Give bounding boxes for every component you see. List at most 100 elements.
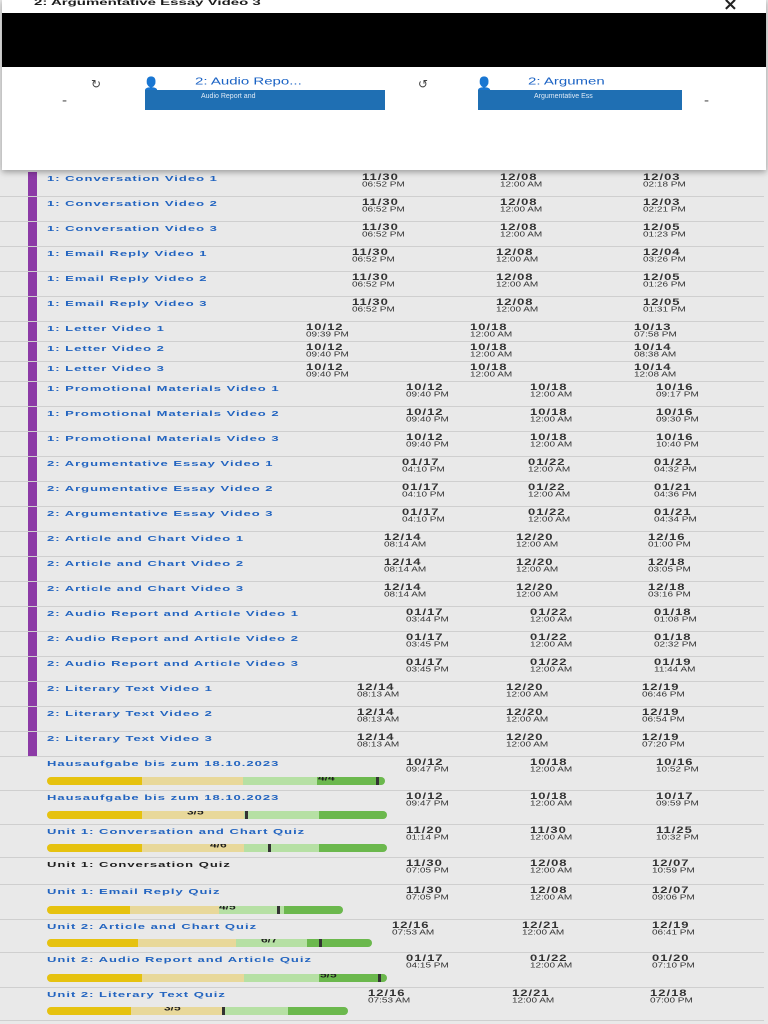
list-item[interactable]: 1: Letter Video 3 10/12 09:40 PM 10/18 12:00… bbox=[0, 362, 764, 382]
video-link[interactable]: 2: Article and Chart Video 1 bbox=[47, 535, 244, 542]
list-item[interactable]: 1: Promotional Materials Video 3 10/12 09:… bbox=[0, 432, 764, 457]
prev-video-link[interactable]: 2: Audio Repo... bbox=[195, 76, 302, 87]
list-item[interactable]: 2: Audio Report and Article Video 3 01/17… bbox=[0, 657, 764, 682]
list-item[interactable]: 2: Literary Text Video 1 12/14 08:13 AM 12/… bbox=[0, 682, 764, 707]
quiz-item[interactable]: Unit 2: Audio Report and Article Quiz 5/5… bbox=[0, 953, 764, 988]
list-item[interactable]: 2: Argumentative Essay Video 1 01/17 04:10… bbox=[0, 457, 764, 482]
quiz-link[interactable]: Unit 1: Conversation and Chart Quiz bbox=[47, 828, 305, 835]
time-value: 07:20 PM bbox=[642, 740, 685, 749]
list-item[interactable]: 2: Literary Text Video 2 12/14 08:13 AM 12/… bbox=[0, 707, 764, 732]
next-arrow-icon[interactable]: - bbox=[704, 94, 709, 108]
list-item[interactable]: 1: Promotional Materials Video 1 10/12 09:… bbox=[0, 382, 764, 407]
quiz-link[interactable]: Unit 1: Email Reply Quiz bbox=[47, 888, 221, 895]
list-item[interactable]: 2: Audio Report and Article Video 2 01/17… bbox=[0, 632, 764, 657]
quiz-item[interactable]: Hausaufgabe bis zum 18.10.2023 3/5 10/12 09… bbox=[0, 791, 764, 825]
video-link[interactable]: 2: Literary Text Video 1 bbox=[47, 685, 213, 692]
date-cell: 12/14 08:14 AM bbox=[384, 532, 494, 549]
date-cell: 10/12 09:39 PM bbox=[306, 322, 416, 339]
time-value: 03:45 PM bbox=[406, 640, 449, 649]
video-link[interactable]: 2: Audio Report and Article Video 3 bbox=[47, 660, 299, 667]
time-value: 12:00 AM bbox=[500, 205, 543, 214]
date-cell: 01/22 12:00 AM bbox=[528, 457, 638, 474]
time-value: 12:00 AM bbox=[530, 440, 573, 449]
list-item[interactable]: 2: Argumentative Essay Video 2 01/17 04:10… bbox=[0, 482, 764, 507]
quiz-item[interactable]: Unit 1: Conversation Quiz 11/30 07:05 PM 12… bbox=[0, 858, 764, 885]
progress-segment bbox=[244, 974, 319, 982]
time-value: 12:00 AM bbox=[496, 280, 539, 289]
list-item[interactable]: 2: Argumentative Essay Video 3 01/17 04:10… bbox=[0, 507, 764, 532]
next-video-card[interactable]: ↺ 👤 2: Argumen Argumentative Ess bbox=[418, 76, 682, 112]
video-link[interactable]: 1: Email Reply Video 3 bbox=[47, 300, 207, 307]
date-cell: 01/19 11:44 AM bbox=[654, 657, 764, 674]
video-link[interactable]: 2: Article and Chart Video 2 bbox=[47, 560, 244, 567]
video-link[interactable]: 1: Email Reply Video 2 bbox=[47, 275, 207, 282]
video-link[interactable]: 2: Argumentative Essay Video 2 bbox=[47, 485, 274, 492]
video-link[interactable]: 1: Conversation Video 2 bbox=[47, 200, 218, 207]
quiz-link[interactable]: Hausaufgabe bis zum 18.10.2023 bbox=[47, 794, 279, 801]
list-item[interactable]: 2: Article and Chart Video 2 12/14 08:14 A… bbox=[0, 557, 764, 582]
quiz-link[interactable]: Unit 1: Conversation Quiz bbox=[47, 861, 231, 868]
date-cell: 10/17 09:59 PM bbox=[656, 791, 766, 808]
video-link[interactable]: 1: Conversation Video 1 bbox=[47, 175, 218, 182]
prev-arrow-icon[interactable]: - bbox=[62, 94, 67, 108]
quiz-item[interactable]: Unit 2: Literary Text Quiz 3/5 12/16 07:53 … bbox=[0, 988, 764, 1021]
quiz-link[interactable]: Unit 2: Article and Chart Quiz bbox=[47, 923, 257, 930]
date-cell: 01/22 12:00 AM bbox=[530, 607, 640, 624]
video-link[interactable]: 1: Letter Video 3 bbox=[47, 365, 165, 372]
date-cell: 11/30 06:52 PM bbox=[362, 222, 472, 239]
video-link[interactable]: 2: Literary Text Video 2 bbox=[47, 710, 213, 717]
quiz-item[interactable]: Unit 1: Conversation and Chart Quiz 4/6 11… bbox=[0, 825, 764, 858]
list-item[interactable]: 1: Letter Video 1 10/12 09:39 PM 10/18 12:00… bbox=[0, 322, 764, 342]
quiz-item[interactable]: Unit 2: Article and Chart Quiz 6/7 12/16 07… bbox=[0, 920, 764, 953]
replay-icon: ↺ bbox=[418, 77, 429, 91]
time-value: 08:14 AM bbox=[384, 540, 427, 549]
video-link[interactable]: 2: Literary Text Video 3 bbox=[47, 735, 213, 742]
list-item[interactable]: 1: Email Reply Video 3 11/30 06:52 PM 12/08… bbox=[0, 297, 764, 322]
quiz-link[interactable]: Unit 2: Audio Report and Article Quiz bbox=[47, 956, 312, 963]
list-item[interactable]: 1: Promotional Materials Video 2 10/12 09:… bbox=[0, 407, 764, 432]
time-value: 12:00 AM bbox=[530, 390, 573, 399]
video-link[interactable]: 2: Audio Report and Article Video 1 bbox=[47, 610, 299, 617]
list-item[interactable]: 1: Letter Video 2 10/12 09:40 PM 10/18 12:00… bbox=[0, 342, 764, 362]
time-value: 12:00 AM bbox=[528, 490, 571, 499]
time-value: 12:00 AM bbox=[530, 799, 573, 808]
date-cell: 01/17 04:15 PM bbox=[406, 953, 516, 970]
list-item[interactable]: 2: Article and Chart Video 3 12/14 08:14 A… bbox=[0, 582, 764, 607]
video-link[interactable]: 2: Argumentative Essay Video 3 bbox=[47, 510, 274, 517]
close-icon[interactable]: × bbox=[723, 0, 738, 14]
video-link[interactable]: 1: Promotional Materials Video 3 bbox=[47, 435, 280, 442]
video-link[interactable]: 2: Audio Report and Article Video 2 bbox=[47, 635, 299, 642]
next-video-link[interactable]: 2: Argumen bbox=[528, 76, 605, 87]
video-link[interactable]: 1: Letter Video 1 bbox=[47, 325, 165, 332]
video-link[interactable]: 1: Promotional Materials Video 2 bbox=[47, 410, 280, 417]
video-link[interactable]: 1: Conversation Video 3 bbox=[47, 225, 218, 232]
score-marker bbox=[319, 939, 322, 947]
video-link[interactable]: 2: Argumentative Essay Video 1 bbox=[47, 460, 274, 467]
date-cell: 01/22 12:00 AM bbox=[530, 953, 640, 970]
quiz-item[interactable]: Hausaufgabe bis zum 18.10.2023 4/4 10/12 09… bbox=[0, 757, 764, 791]
video-link[interactable]: 1: Letter Video 2 bbox=[47, 345, 165, 352]
list-item[interactable]: 1: Conversation Video 2 11/30 06:52 PM 12/0… bbox=[0, 197, 764, 222]
quiz-link[interactable]: Hausaufgabe bis zum 18.10.2023 bbox=[47, 760, 279, 767]
list-item[interactable]: 2: Audio Report and Article Video 1 01/17… bbox=[0, 607, 764, 632]
time-value: 04:34 PM bbox=[654, 515, 697, 524]
video-link[interactable]: 1: Email Reply Video 1 bbox=[47, 250, 207, 257]
list-item[interactable]: 2: Literary Text Video 3 12/14 08:13 AM 12/… bbox=[0, 732, 764, 757]
list-item[interactable]: 1: Email Reply Video 1 11/30 06:52 PM 12/08… bbox=[0, 247, 764, 272]
date-cell: 12/03 02:21 PM bbox=[643, 197, 753, 214]
list-item[interactable]: 2: Article and Chart Video 1 12/14 08:14 A… bbox=[0, 532, 764, 557]
prev-video-card[interactable]: ↻ 👤 2: Audio Repo... Audio Report and bbox=[91, 76, 385, 112]
quiz-item[interactable]: Unit 1: Email Reply Quiz 4/5 11/30 07:05 PM… bbox=[0, 885, 764, 920]
video-player[interactable] bbox=[2, 13, 766, 67]
progress-segment bbox=[142, 844, 245, 852]
video-link[interactable]: 1: Promotional Materials Video 1 bbox=[47, 385, 280, 392]
list-item[interactable]: 1: Email Reply Video 2 11/30 06:52 PM 12/08… bbox=[0, 272, 764, 297]
video-link[interactable]: 2: Article and Chart Video 3 bbox=[47, 585, 244, 592]
date-cell: 11/30 06:52 PM bbox=[362, 172, 472, 189]
quiz-link[interactable]: Unit 2: Literary Text Quiz bbox=[47, 991, 226, 998]
progress-segment bbox=[307, 939, 372, 947]
time-value: 09:40 PM bbox=[306, 370, 349, 379]
list-item[interactable]: 1: Conversation Video 1 11/30 06:52 PM 12/0… bbox=[0, 172, 764, 197]
date-cell: 12/16 07:53 AM bbox=[368, 988, 478, 1005]
list-item[interactable]: 1: Conversation Video 3 11/30 06:52 PM 12/0… bbox=[0, 222, 764, 247]
